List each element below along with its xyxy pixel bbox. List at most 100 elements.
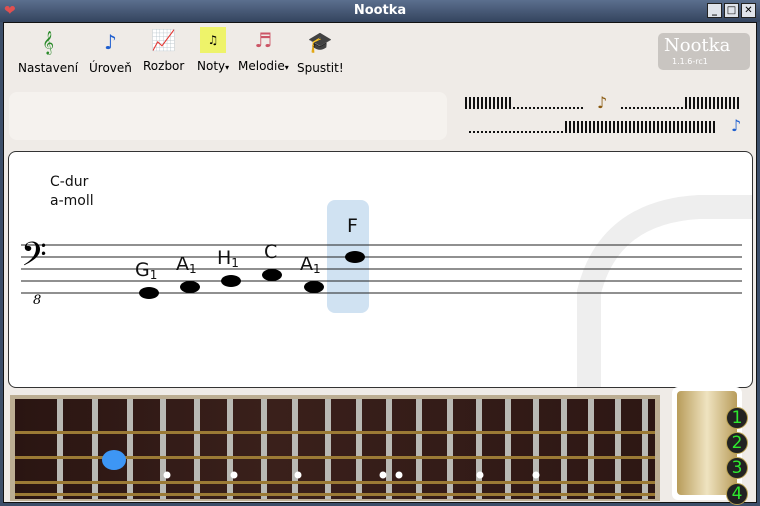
note-head [139,287,159,299]
meter-tick [653,121,655,133]
meter-tick [489,131,491,133]
meter-tick [469,131,471,133]
meter-tick [661,107,663,109]
meter-tick [641,107,643,109]
settings-icon: 𝄞 [42,30,54,54]
melody-button[interactable]: ♬ Melodie▾ [238,27,289,73]
meter-tick [565,121,567,133]
meter-tick [517,131,519,133]
fret-dot [163,471,171,479]
meter-tick [709,121,711,133]
bass-outline-decoration [577,195,752,387]
note-name: A1 [300,253,321,276]
meter-tick [737,97,739,109]
meter-tick [681,107,683,109]
meter-tick [701,97,703,109]
meter-tick [697,97,699,109]
analyze-label: Rozbor [143,59,185,73]
logo-name: Nootka [664,35,731,56]
maximize-button[interactable]: □ [724,3,739,18]
fret-dot [476,471,484,479]
meter-tick [513,131,515,133]
meter-tick [705,121,707,133]
meter-tick [677,107,679,109]
meter-tick [509,97,511,109]
close-button[interactable]: ✕ [741,3,756,18]
meter-tick [549,107,551,109]
meter-tick [521,107,523,109]
meter-tick [509,131,511,133]
note-name: G1 [135,259,157,282]
string-number-3[interactable]: 3 [726,457,748,479]
string-number-4[interactable]: 4 [726,483,748,505]
meter-tick [669,121,671,133]
string [15,431,655,434]
meter-tick [493,131,495,133]
meter-tick [541,131,543,133]
settings-button[interactable]: 𝄞 Nastavení [18,29,78,75]
meter-tick [493,97,495,109]
meter-tick [685,97,687,109]
notes-button[interactable]: ♫ Noty▾ [197,27,229,73]
window-title: Nootka [353,3,407,18]
pitch-meter-right[interactable] [621,97,739,109]
dropdown-arrow-icon: ▾ [225,63,230,72]
meter-tick [681,121,683,133]
title-bar: ❤ Nootka _ □ ✕ [0,0,760,22]
meter-tick [537,131,539,133]
note-name: A1 [176,253,197,276]
meter-tick [721,97,723,109]
score-view[interactable]: C-dur a-moll 𝄢 8 G1 A1 H1 C A1 F [8,151,753,388]
meter-tick [613,121,615,133]
meter-tick [557,131,559,133]
start-icon: 🎓 [307,30,333,54]
meter-tick [621,107,623,109]
meter-tick [553,107,555,109]
meter-tick [705,97,707,109]
selected-position-marker [102,450,126,470]
pitch-meter-left[interactable] [465,97,583,109]
meter-tick [605,121,607,133]
volume-slider[interactable] [469,121,715,133]
meter-tick [481,131,483,133]
meter-tick [569,107,571,109]
string-number-2[interactable]: 2 [726,432,748,454]
meter-tick [649,107,651,109]
meter-tick [657,107,659,109]
dropdown-arrow-icon: ▾ [284,63,289,72]
meter-tick [593,121,595,133]
meter-tick [625,121,627,133]
meter-tick [633,107,635,109]
level-label: Úroveň [89,61,132,75]
meter-tick [657,121,659,133]
melody-label: Melodie [238,59,285,73]
staff: 𝄢 8 G1 A1 H1 C A1 F [21,195,752,387]
level-button[interactable]: ♪ Úroveň [89,29,132,75]
analyze-button[interactable]: 📈 Rozbor [143,27,184,73]
start-button[interactable]: 🎓 Spustit! [297,29,344,75]
meter-tick [665,121,667,133]
pitch-note-icon: ♪ [597,93,608,112]
string-number-1[interactable]: 1 [726,407,748,429]
meter-tick [645,107,647,109]
meter-tick [533,107,535,109]
fretboard[interactable] [15,399,655,499]
meter-tick [693,121,695,133]
meter-tick [725,97,727,109]
minimize-button[interactable]: _ [707,3,722,18]
meter-tick [505,131,507,133]
bass-clef-icon: 𝄢 [21,236,47,282]
meter-tick [685,121,687,133]
meter-tick [501,131,503,133]
meter-tick [489,97,491,109]
meter-tick [537,107,539,109]
note-head [262,269,282,281]
meter-tick [709,97,711,109]
fret-dot [379,471,387,479]
meter-tick [713,121,715,133]
meter-tick [513,107,515,109]
meter-tick [533,131,535,133]
octave-mark: 8 [33,293,41,308]
meter-tick [701,121,703,133]
meter-tick [573,121,575,133]
